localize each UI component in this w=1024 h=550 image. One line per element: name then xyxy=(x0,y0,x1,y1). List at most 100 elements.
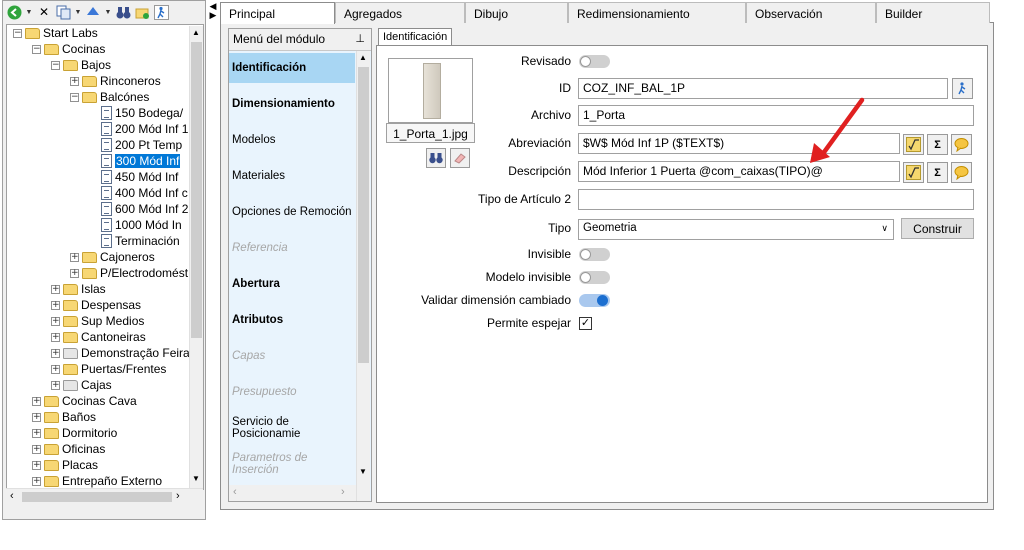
move-up-icon[interactable] xyxy=(85,4,101,20)
expand-icon[interactable]: + xyxy=(32,460,41,470)
module-menu-item[interactable]: Servicio de Posicionamie xyxy=(229,413,355,443)
person-walk-icon[interactable] xyxy=(153,4,169,20)
binoculars-icon[interactable] xyxy=(426,148,446,168)
formula-icon[interactable] xyxy=(903,162,924,183)
tab-observacion[interactable]: Observación xyxy=(746,2,876,23)
expand-icon[interactable]: + xyxy=(51,380,60,390)
permite-espejar-checkbox[interactable]: ✓ xyxy=(579,317,592,330)
tree-item[interactable]: + Cajoneros xyxy=(70,249,155,265)
back-icon[interactable] xyxy=(6,4,22,20)
expand-icon[interactable]: + xyxy=(51,348,60,358)
id-field[interactable]: COZ_INF_BAL_1P xyxy=(578,78,948,99)
back-dropdown-icon[interactable]: ▼ xyxy=(25,4,33,20)
tree-item[interactable]: + Despensas xyxy=(51,297,141,313)
tree-item[interactable]: + Rinconeros xyxy=(70,73,161,89)
module-menu-item[interactable]: Parametros de Inserción xyxy=(229,449,355,479)
tree-scroll-thumb[interactable] xyxy=(191,42,202,338)
expand-icon[interactable]: + xyxy=(32,412,41,422)
module-menu-item[interactable]: Atributos xyxy=(229,305,355,335)
tree-item[interactable]: − Bajos xyxy=(51,57,111,73)
validar-dimension-toggle[interactable] xyxy=(579,294,610,307)
tree-hscroll-thumb[interactable] xyxy=(22,492,172,502)
formula-icon[interactable] xyxy=(903,134,924,155)
tree-item[interactable]: 200 Mód Inf 1 xyxy=(89,121,188,137)
tree-item[interactable]: + Islas xyxy=(51,281,106,297)
copy-dropdown-icon[interactable]: ▼ xyxy=(74,4,82,20)
module-menu-item[interactable]: Opciones de Remoción xyxy=(229,197,355,227)
tree-item[interactable]: + P/Electrodomést xyxy=(70,265,188,281)
library-tree[interactable]: − Start Labs − Cocinas − Bajos + Rinconeros − Bal… xyxy=(6,24,204,490)
tree-item[interactable]: + Cocinas Cava xyxy=(32,393,137,409)
module-menu-item[interactable]: Materiales xyxy=(229,161,355,191)
expand-icon[interactable]: + xyxy=(70,252,79,262)
tipo-select[interactable]: Geometria ∨ xyxy=(578,219,894,240)
module-menu-item[interactable]: Referencia xyxy=(229,233,355,263)
expand-icon[interactable]: + xyxy=(51,300,60,310)
tab-redimensionamiento[interactable]: Redimensionamiento xyxy=(568,2,746,23)
tree-item[interactable]: 1000 Mód In xyxy=(89,217,182,233)
module-menu-item[interactable]: Capas xyxy=(229,341,355,371)
tab-agregados[interactable]: Agregados xyxy=(335,2,465,23)
tree-item[interactable]: + Cajas xyxy=(51,377,112,393)
module-menu-item[interactable]: Dimensionamiento xyxy=(229,89,355,119)
archivo-field[interactable]: 1_Porta xyxy=(578,105,974,126)
menu-scroll-left-icon[interactable]: ‹ xyxy=(233,486,237,498)
tree-item[interactable]: − Balcónes xyxy=(70,89,149,105)
module-menu-item[interactable]: Abertura xyxy=(229,269,355,299)
tab-dibujo[interactable]: Dibujo xyxy=(465,2,568,23)
expand-icon[interactable]: + xyxy=(32,396,41,406)
copy-icon[interactable] xyxy=(55,4,71,20)
tree-item[interactable]: + Puertas/Frentes xyxy=(51,361,166,377)
expand-icon[interactable]: + xyxy=(51,316,60,326)
expand-icon[interactable]: + xyxy=(70,268,79,278)
tree-item[interactable]: + Sup Medios xyxy=(51,313,144,329)
expand-icon[interactable]: + xyxy=(32,428,41,438)
modelo-invisible-toggle[interactable] xyxy=(579,271,610,284)
collapse-panel-icon[interactable]: ◀ ▶ xyxy=(208,2,218,20)
collapse-icon[interactable]: − xyxy=(32,44,41,54)
menu-scroll-thumb[interactable] xyxy=(358,67,369,363)
menu-vertical-scrollbar[interactable]: ▲ ▼ xyxy=(356,51,370,501)
menu-scroll-right-icon[interactable]: › xyxy=(341,486,345,498)
sum-icon[interactable]: Σ xyxy=(927,134,948,155)
expand-icon[interactable]: + xyxy=(51,284,60,294)
tree-item[interactable]: + Baños xyxy=(32,409,96,425)
comment-icon[interactable] xyxy=(951,162,972,183)
tree-item[interactable]: 150 Bodega/ xyxy=(89,105,183,121)
tree-item[interactable]: + Placas xyxy=(32,457,98,473)
tab-builder[interactable]: Builder xyxy=(876,2,990,23)
menu-horizontal-scrollbar[interactable]: ‹ › xyxy=(229,485,356,501)
tree-vertical-scrollbar[interactable]: ▲ ▼ xyxy=(189,26,203,490)
scroll-right-icon[interactable]: › xyxy=(176,490,180,502)
expand-icon[interactable]: + xyxy=(51,332,60,342)
tree-item[interactable]: 450 Mód Inf xyxy=(89,169,178,185)
menu-scroll-up-icon[interactable]: ▲ xyxy=(359,53,367,62)
delete-icon[interactable]: ✕ xyxy=(36,4,52,20)
module-menu-item[interactable]: Identificación xyxy=(229,53,355,83)
collapse-icon[interactable]: − xyxy=(51,60,60,70)
tree-horizontal-scrollbar[interactable]: ‹ › xyxy=(6,488,203,504)
tab-principal[interactable]: Principal xyxy=(220,2,335,24)
tree-item[interactable]: + Entrepaño Externo xyxy=(32,473,162,489)
module-menu-item[interactable]: Presupuesto xyxy=(229,377,355,407)
menu-scroll-down-icon[interactable]: ▼ xyxy=(359,467,367,476)
construir-button[interactable]: Construir xyxy=(901,218,974,239)
scroll-up-icon[interactable]: ▲ xyxy=(192,28,200,37)
tree-item[interactable]: + Oficinas xyxy=(32,441,105,457)
person-walk-icon[interactable] xyxy=(952,78,973,99)
collapse-icon[interactable]: − xyxy=(13,28,22,38)
move-dropdown-icon[interactable]: ▼ xyxy=(104,4,112,20)
tree-item[interactable]: Terminación xyxy=(89,233,180,249)
expand-icon[interactable]: + xyxy=(51,364,60,374)
tree-item[interactable]: 600 Mód Inf 2 xyxy=(89,201,188,217)
tree-item[interactable]: − Cocinas xyxy=(32,41,105,57)
tree-item[interactable]: − Start Labs xyxy=(13,25,98,41)
tab-identificacion[interactable]: Identificación xyxy=(378,28,453,46)
tree-item[interactable]: 200 Pt Temp xyxy=(89,137,182,153)
tree-item[interactable]: + Demonstração Feira xyxy=(51,345,190,361)
tree-item[interactable]: + Cantoneiras xyxy=(51,329,146,345)
module-menu-item[interactable]: Modelos xyxy=(229,125,355,155)
image-name-button[interactable]: 1_Porta_1.jpg xyxy=(386,123,475,143)
scroll-left-icon[interactable]: ‹ xyxy=(10,490,14,502)
tree-item[interactable]: 400 Mód Inf c xyxy=(89,185,188,201)
